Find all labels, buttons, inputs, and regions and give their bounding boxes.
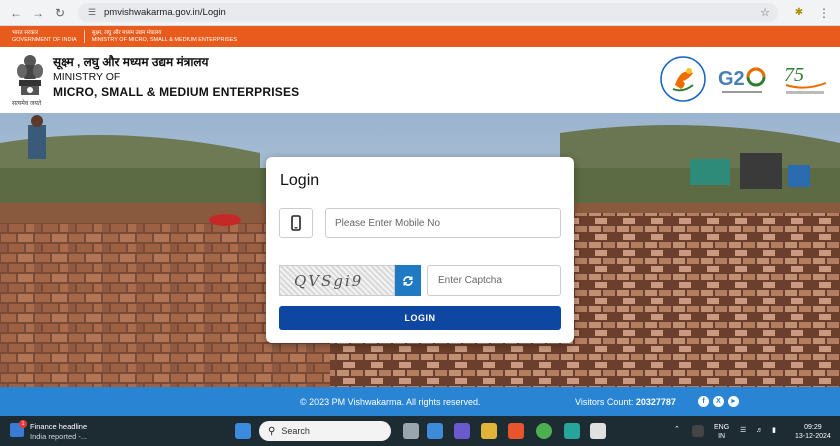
tray-overflow-icon[interactable]: ⌃ [674,425,680,434]
clock-date: 13-12-2024 [795,433,831,440]
gov-english-text: GOVERNMENT OF INDIA [12,36,77,43]
bookmark-star-icon[interactable]: ☆ [760,6,770,19]
x-twitter-icon[interactable]: X [713,396,724,407]
login-card: Login QVSgi9 LOGIN [266,157,574,343]
windows-taskbar: 1 Finance headline India reported -... ⚲… [0,416,840,446]
back-arrow-icon[interactable]: ← [6,3,26,23]
ministry-strip-english: MINISTRY OF MICRO, SMALL & MEDIUM ENTERP… [91,36,238,43]
browser-menu-icon[interactable]: ⋮ [818,6,830,20]
clock-time: 09:29 [804,424,822,431]
gov-of-india-label: भारत सरकार GOVERNMENT OF INDIA [12,30,85,43]
mobile-phone-icon [279,208,313,238]
wifi-icon[interactable]: ☰ [740,426,746,435]
ministry-name-title: MICRO, SMALL & MEDIUM ENTERPRISES [53,85,300,99]
azadi-amrit-mahotsav-logo: 75 [784,64,827,94]
pm-vishwakarma-logo [660,56,706,102]
visitors-label: Visitors Count: [575,397,634,407]
news-widget[interactable]: 1 Finance headline India reported -... [10,420,120,442]
notepad-icon[interactable] [590,423,606,439]
region-code: IN [718,433,726,440]
ministry-hindi-title: सूक्ष्म , लघु और मध्यम उद्यम मंत्रालय [53,55,209,69]
svg-text:75: 75 [784,64,804,86]
forward-arrow-icon[interactable]: → [28,3,48,23]
youtube-icon[interactable]: ► [728,396,739,407]
captcha-input[interactable] [427,265,561,296]
battery-icon[interactable]: ▮ [772,426,776,435]
address-bar[interactable]: ☰ pmvishwakarma.gov.in/Login ☆ [78,3,778,22]
visitors-number: 20327787 [635,397,676,407]
site-header: सत्यमेव जयते सूक्ष्म , लघु और मध्यम उद्य… [0,47,840,113]
clock[interactable]: 09:29 13-12-2024 [795,423,831,441]
site-footer: © 2023 PM Vishwakarma. All rights reserv… [0,387,840,416]
news-subtitle: India reported -... [30,432,88,441]
taskbar-search[interactable]: ⚲ Search [259,421,391,441]
chrome-icon[interactable] [536,423,552,439]
windows-start-icon[interactable] [235,423,251,439]
captcha-refresh-button[interactable] [395,265,421,296]
refresh-icon [403,275,413,286]
news-headline: Finance headline [30,422,88,431]
ministry-of-label: MINISTRY OF [53,71,121,83]
facebook-icon[interactable]: f [698,396,709,407]
login-title: Login [280,172,320,189]
extension-icon[interactable]: ✱ [790,4,808,22]
captcha-image: QVSgi9 [279,265,395,296]
firefox-icon[interactable] [508,423,524,439]
teams-icon[interactable] [454,423,470,439]
svg-text:G2: G2 [718,68,745,90]
file-explorer-icon[interactable] [481,423,497,439]
visitors-count: Visitors Count: 20327787 [575,397,676,407]
search-label: Search [281,426,310,436]
volume-icon[interactable]: ♬ [756,426,763,435]
tray-app-icon[interactable] [692,425,704,437]
emblem-caption: सत्यमेव जयते [12,101,42,107]
copyright-text: © 2023 PM Vishwakarma. All rights reserv… [300,397,481,407]
site-info-icon[interactable]: ☰ [86,7,98,19]
notification-badge: 1 [19,420,27,428]
ministry-strip-label: सूक्ष्म, लघु और मध्यम उद्यम मंत्रालय MIN… [92,30,244,43]
mobile-number-input[interactable] [325,208,561,238]
browser-toolbar: ← → ↻ ☰ pmvishwakarma.gov.in/Login ☆ ✱ ⋮ [0,0,840,26]
language-code: ENG [714,424,730,431]
login-button[interactable]: LOGIN [279,306,561,330]
language-indicator[interactable]: ENG IN [714,423,729,441]
task-view-icon[interactable] [403,423,419,439]
g20-logo: G2 [718,67,766,93]
search-icon: ⚲ [268,425,276,437]
reload-icon[interactable]: ↻ [50,3,70,23]
app-icon[interactable] [564,423,580,439]
url-text: pmvishwakarma.gov.in/Login [104,7,226,18]
widgets-icon[interactable] [427,423,443,439]
national-emblem-icon [17,55,43,95]
government-strip: भारत सरकार GOVERNMENT OF INDIA सूक्ष्म, … [0,26,840,47]
